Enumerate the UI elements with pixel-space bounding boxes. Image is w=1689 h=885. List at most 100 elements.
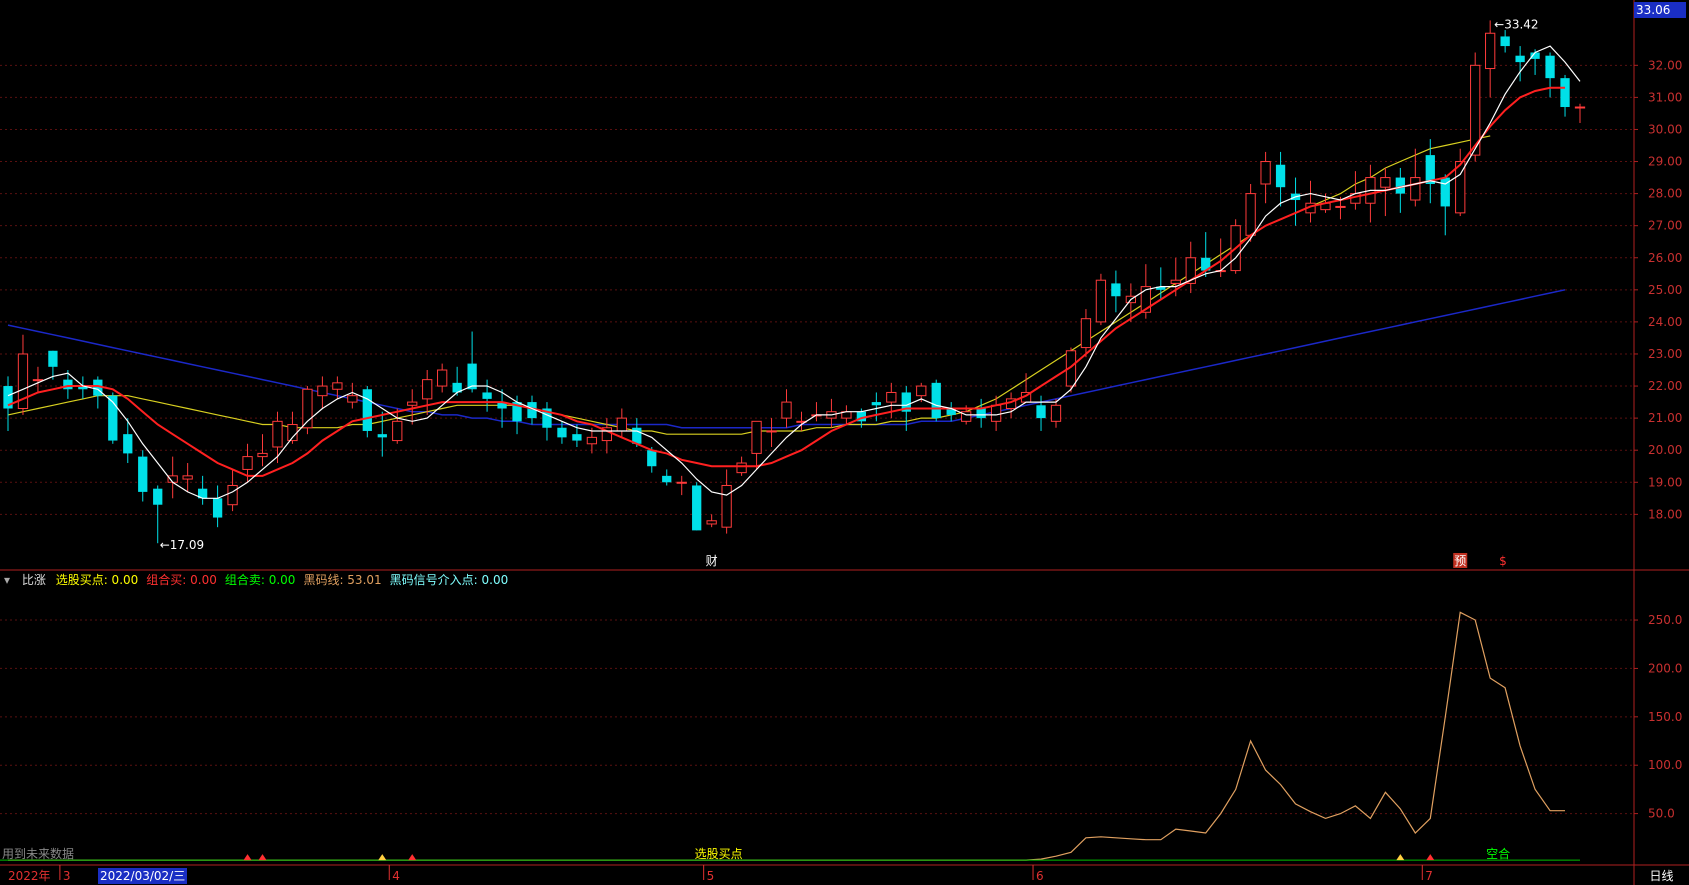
event-label: 财 bbox=[706, 554, 718, 568]
indicator-value: 组合卖: 0.00 bbox=[224, 573, 296, 587]
ind-tick-label: 100.0 bbox=[1648, 758, 1682, 772]
candle-body bbox=[886, 391, 897, 403]
candle-body bbox=[1410, 177, 1421, 201]
y-tick-label: 26.00 bbox=[1648, 251, 1682, 265]
y-tick-label: 18.00 bbox=[1648, 507, 1682, 521]
candle-body bbox=[272, 420, 283, 448]
candle-body bbox=[616, 417, 627, 432]
ma5-line bbox=[7, 45, 1581, 499]
candle-body bbox=[721, 484, 732, 528]
high-price-label: ←33.42 bbox=[1494, 17, 1538, 31]
y-tick-label: 30.00 bbox=[1648, 122, 1682, 136]
candle-body bbox=[1111, 283, 1121, 297]
indicator-name: 比涨 bbox=[21, 573, 46, 587]
candle-body bbox=[347, 395, 358, 403]
current-price-tag: 33.06 bbox=[1634, 2, 1686, 18]
candle-body bbox=[706, 520, 717, 525]
candle-body bbox=[751, 420, 762, 454]
candle-body bbox=[1574, 106, 1586, 109]
y-tick-label: 19.00 bbox=[1648, 475, 1682, 489]
y-tick-label: 27.00 bbox=[1648, 219, 1682, 233]
y-tick-label: 20.00 bbox=[1648, 443, 1682, 457]
y-tick-label: 24.00 bbox=[1648, 315, 1682, 329]
candle-body bbox=[662, 475, 672, 483]
candle-body bbox=[1545, 55, 1555, 79]
candle-body bbox=[647, 450, 657, 467]
candle-body bbox=[1245, 193, 1256, 236]
y-tick-label: 22.00 bbox=[1648, 379, 1682, 393]
ind-tick-label: 250.0 bbox=[1648, 613, 1682, 627]
period-button[interactable]: 日线 bbox=[1634, 867, 1689, 885]
candle-body bbox=[182, 475, 193, 480]
candle-body bbox=[437, 369, 448, 387]
candle-body bbox=[1380, 177, 1391, 188]
signal-marker bbox=[1396, 854, 1405, 861]
candle-body bbox=[227, 484, 238, 506]
candle-body bbox=[1275, 164, 1286, 188]
signal-marker bbox=[408, 854, 417, 861]
candle-body bbox=[676, 481, 687, 484]
y-tick-label: 28.00 bbox=[1648, 187, 1682, 201]
chevron-down-icon[interactable]: ▾ bbox=[4, 573, 10, 587]
candle-body bbox=[916, 385, 927, 397]
candle-body bbox=[1050, 404, 1062, 422]
candle-body bbox=[990, 404, 1002, 422]
candle-body bbox=[1095, 279, 1107, 323]
low-price-label: ←17.09 bbox=[160, 538, 204, 552]
black-code-line bbox=[8, 611, 1565, 861]
candle-body bbox=[392, 420, 403, 442]
candle-body bbox=[1560, 78, 1570, 108]
candle-body bbox=[332, 382, 343, 390]
year-label: 2022年 bbox=[8, 869, 51, 883]
y-tick-label: 32.00 bbox=[1648, 58, 1682, 72]
y-tick-label: 21.00 bbox=[1648, 411, 1682, 425]
candle-body bbox=[572, 434, 582, 441]
month-label: 7 bbox=[1425, 869, 1433, 883]
candle-body bbox=[766, 430, 777, 433]
candle-body bbox=[138, 456, 148, 492]
signal-marker bbox=[378, 854, 387, 861]
candle-body bbox=[1170, 279, 1181, 284]
indicator-value: 选股买点: 0.00 bbox=[55, 573, 139, 587]
month-label: 4 bbox=[392, 869, 400, 883]
y-tick-label: 29.00 bbox=[1648, 155, 1682, 169]
candle-body bbox=[212, 498, 223, 518]
candle-body bbox=[1500, 36, 1510, 47]
candle-body bbox=[482, 392, 492, 399]
candle-body bbox=[931, 382, 941, 419]
signal-marker bbox=[1426, 854, 1435, 861]
candle-body bbox=[317, 385, 328, 397]
month-label: 3 bbox=[62, 869, 71, 883]
indicator-value: 黑码线: 53.01 bbox=[303, 573, 382, 587]
candle-body bbox=[1485, 32, 1496, 70]
indicator-value: 组合买: 0.00 bbox=[146, 573, 217, 587]
month-label: 5 bbox=[706, 869, 715, 883]
candle-body bbox=[557, 427, 567, 438]
candle-body bbox=[871, 402, 881, 406]
candle-body bbox=[407, 401, 418, 406]
candle-body bbox=[362, 389, 372, 431]
month-label: 6 bbox=[1036, 869, 1044, 883]
candle-body bbox=[736, 462, 747, 474]
selected-date: 2022/03/02/三 bbox=[98, 868, 188, 884]
candle-body bbox=[1335, 205, 1346, 208]
candle-body bbox=[48, 350, 58, 367]
y-tick-label: 25.00 bbox=[1648, 283, 1682, 297]
ind-tick-label: 200.0 bbox=[1648, 661, 1682, 675]
candle-body bbox=[1080, 318, 1092, 349]
kline-chart[interactable]: 32.00 31.00 30.00 29.00 28.00 27.00 26.00 25.00… bbox=[0, 0, 1689, 885]
indicator-values: 选股买点: 0.00 组合买: 0.00 组合卖: 0.00 黑码线: 53.01 黑码… bbox=[56, 573, 517, 587]
candle-body bbox=[781, 401, 792, 419]
y-tick-label: 31.00 bbox=[1648, 90, 1682, 104]
candle-body bbox=[1260, 161, 1271, 185]
candle-body bbox=[976, 408, 986, 419]
candle-body bbox=[32, 379, 44, 382]
candle-body bbox=[692, 485, 702, 531]
date-axis: 2022年 2022/03/02/三 3 4 5 6 7 日线 bbox=[0, 867, 1689, 885]
indicator-header: ▾ 比涨 选股买点: 0.00 组合买: 0.00 组合卖: 0.00 黑码线: 53… bbox=[0, 571, 524, 589]
signal-marker bbox=[243, 854, 252, 861]
combo-annotation: 空合 bbox=[1486, 846, 1510, 861]
candle-body bbox=[377, 434, 387, 438]
ind-tick-label: 150.0 bbox=[1648, 710, 1682, 724]
future-data-note: 用到未来数据 bbox=[2, 846, 74, 861]
